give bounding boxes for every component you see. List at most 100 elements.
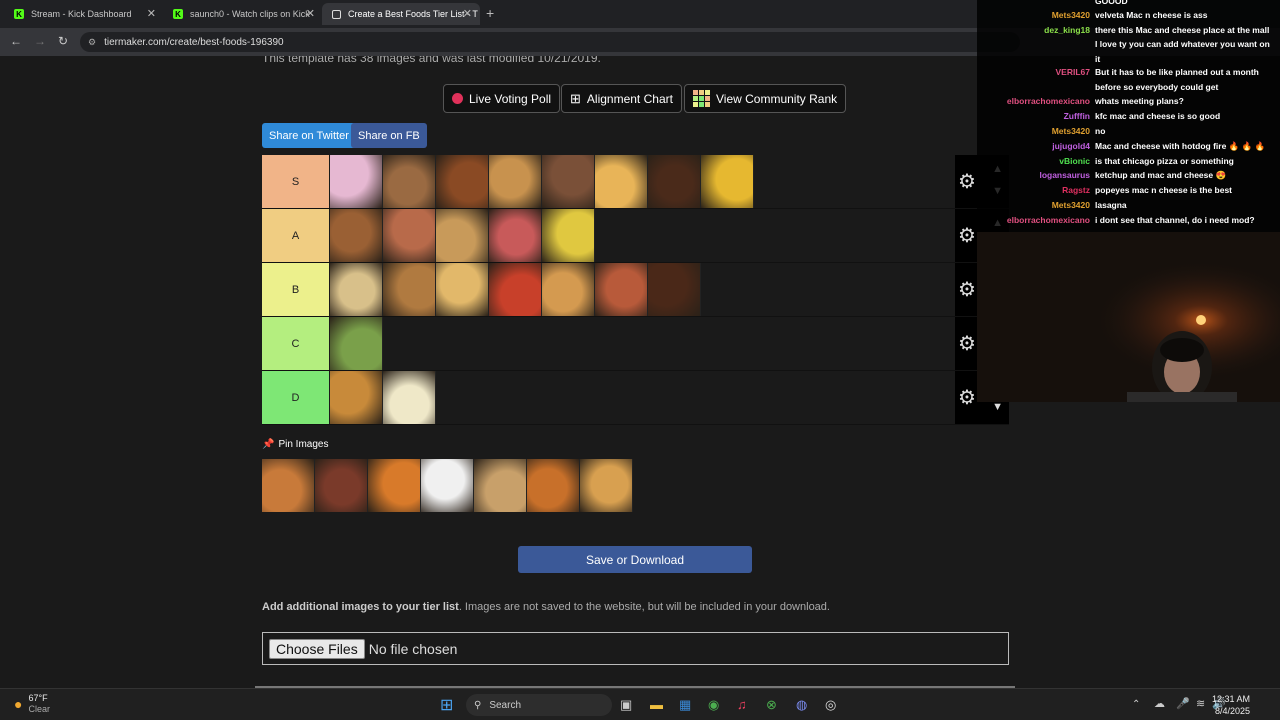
- tier-item-image-strawberry-crepe[interactable]: [489, 209, 542, 262]
- tier-label-s[interactable]: S: [262, 155, 329, 208]
- tiermaker-icon: [332, 9, 341, 19]
- tab-kick-clips[interactable]: K saunch0 - Watch clips on Kick ✕: [163, 3, 323, 25]
- tier-label-d[interactable]: D: [262, 371, 329, 424]
- chat-username[interactable]: Mets3420: [1052, 124, 1090, 139]
- task-view-icon[interactable]: ▣: [620, 697, 632, 713]
- url-field[interactable]: ⚙ tiermaker.com/create/best-foods-196390: [80, 32, 1020, 52]
- tier-item-image-mac-and-cheese[interactable]: [701, 155, 754, 208]
- live-voting-poll-button[interactable]: Live Voting Poll: [443, 84, 561, 113]
- store-icon[interactable]: ▦: [679, 697, 691, 713]
- tier-label-c[interactable]: C: [262, 317, 329, 370]
- pinned-image-spaghetti[interactable]: [368, 459, 421, 512]
- tray-overflow-icon[interactable]: ⌃: [1132, 699, 1140, 710]
- tier-item-image-toast[interactable]: [436, 263, 489, 316]
- onedrive-icon[interactable]: ☁: [1154, 697, 1165, 710]
- close-tab-icon[interactable]: ✕: [306, 7, 315, 20]
- tier-item-image-mashed-potatoes[interactable]: [383, 371, 436, 424]
- new-tab-button[interactable]: +: [486, 5, 494, 21]
- microphone-icon[interactable]: 🎤: [1176, 697, 1190, 710]
- chat-text: whats meeting plans?: [1095, 96, 1184, 106]
- tier-item-image-pancakes[interactable]: [383, 263, 436, 316]
- tier-item-image-fries[interactable]: [330, 263, 383, 316]
- chat-username[interactable]: Ragstz: [1062, 183, 1090, 198]
- taskbar-search[interactable]: ⚲ Search: [466, 694, 612, 716]
- chat-username[interactable]: VERIL67: [1056, 65, 1091, 80]
- tier-item-image-croissant[interactable]: [542, 263, 595, 316]
- tier-item-image-club-sandwich[interactable]: [330, 317, 383, 370]
- chat-text: lasagna: [1095, 200, 1127, 210]
- pinned-image-steak[interactable]: [315, 459, 368, 512]
- chevron-down-icon[interactable]: ▼: [992, 401, 1003, 413]
- pinned-image-chocolate-chip-cookie[interactable]: [474, 459, 527, 512]
- discord-icon[interactable]: ◍: [796, 697, 807, 713]
- chat-username[interactable]: logansaurus: [1039, 168, 1090, 183]
- gear-icon[interactable]: ⚙: [958, 385, 976, 410]
- pinned-image-milk[interactable]: [421, 459, 474, 512]
- chat-username[interactable]: elborrachomexicano: [1007, 213, 1090, 228]
- pinned-images-row: [262, 459, 633, 512]
- alignment-chart-button[interactable]: ⊞ Alignment Chart: [561, 84, 682, 113]
- community-rank-label: View Community Rank: [716, 91, 838, 106]
- tier-item-image-bacon-and-eggs[interactable]: [383, 209, 436, 262]
- choose-files-button[interactable]: Choose Files: [269, 638, 365, 659]
- file-explorer-icon[interactable]: ▬: [650, 697, 663, 712]
- tier-item-image-burger[interactable]: [436, 155, 489, 208]
- chat-username[interactable]: jujugold4: [1052, 139, 1090, 154]
- tier-item-image-donut[interactable]: [330, 155, 383, 208]
- tier-item-image-brownie[interactable]: [648, 155, 701, 208]
- tier-item-image-salsa[interactable]: [489, 263, 542, 316]
- site-info-icon[interactable]: ⚙: [88, 37, 96, 48]
- forward-icon[interactable]: →: [34, 34, 46, 48]
- tier-label-a[interactable]: A: [262, 209, 329, 262]
- pin-images-toggle[interactable]: 📌 Pin Images: [262, 439, 328, 450]
- share-twitter-button[interactable]: Share on Twitter: [262, 123, 356, 148]
- chat-username[interactable]: Mets3420: [1052, 198, 1090, 213]
- gear-icon[interactable]: ⚙: [958, 331, 976, 356]
- obs-icon[interactable]: ◎: [825, 697, 836, 713]
- tier-item-image-cuban-sandwich[interactable]: [383, 155, 436, 208]
- tier-item-image-corn-on-the-cob[interactable]: [542, 209, 595, 262]
- chat-username[interactable]: vBionic: [1059, 154, 1090, 169]
- tier-item-image-waffle[interactable]: [595, 155, 648, 208]
- gear-icon[interactable]: ⚙: [958, 169, 976, 194]
- chat-username[interactable]: Zufffin: [1064, 109, 1090, 124]
- tier-item-image-fig-bar[interactable]: [330, 209, 383, 262]
- pinned-image-fried-chicken[interactable]: [527, 459, 580, 512]
- music-icon[interactable]: ♫: [737, 697, 747, 712]
- tier-item-image-cookies[interactable]: [489, 155, 542, 208]
- tab-tiermaker[interactable]: Create a Best Foods Tier List - T ✕: [322, 3, 480, 25]
- chat-username[interactable]: Mets3420: [1052, 8, 1090, 23]
- gear-icon[interactable]: ⚙: [958, 223, 976, 248]
- close-tab-icon[interactable]: ✕: [463, 7, 472, 20]
- tier-row-b: B ⚙: [262, 263, 1009, 317]
- chrome-icon[interactable]: ◉: [708, 697, 719, 713]
- reload-icon[interactable]: ↻: [58, 34, 68, 48]
- pinned-image-french-toast[interactable]: [580, 459, 633, 512]
- tab-kick-dashboard[interactable]: K Stream - Kick Dashboard ✕: [4, 3, 164, 25]
- clock-date: 8/4/2025: [1214, 706, 1250, 716]
- tier-item-image-cashews[interactable]: [436, 209, 489, 262]
- xbox-icon[interactable]: ⊗: [766, 697, 777, 713]
- save-download-button[interactable]: Save or Download: [518, 546, 752, 573]
- weather-widget[interactable]: ● 67°F Clear: [14, 693, 50, 715]
- tier-item-image-milkshake[interactable]: [542, 155, 595, 208]
- share-facebook-button[interactable]: Share on FB: [351, 123, 427, 148]
- weather-condition: Clear: [28, 704, 50, 714]
- tier-label-b[interactable]: B: [262, 263, 329, 316]
- pinned-image-lasagna[interactable]: [262, 459, 315, 512]
- chat-username[interactable]: elborrachomexicano: [1007, 94, 1090, 109]
- tier-item-image-corn-dogs[interactable]: [330, 371, 383, 424]
- tier-item-image-hot-dog[interactable]: [595, 263, 648, 316]
- gear-icon[interactable]: ⚙: [958, 277, 976, 302]
- chat-username[interactable]: dez_king18: [1044, 23, 1090, 38]
- url-text: tiermaker.com/create/best-foods-196390: [104, 36, 284, 48]
- close-tab-icon[interactable]: ✕: [147, 7, 156, 20]
- tier-item-image-chocolate-donut[interactable]: [648, 263, 701, 316]
- windows-start-icon[interactable]: ⊞: [440, 695, 453, 715]
- wifi-icon[interactable]: ≋: [1196, 697, 1205, 710]
- community-rank-button[interactable]: View Community Rank: [684, 84, 847, 113]
- file-upload-field[interactable]: Choose Files No file chosen: [262, 632, 1009, 665]
- tab-title: Stream - Kick Dashboard: [31, 9, 132, 19]
- back-icon[interactable]: ←: [10, 34, 22, 48]
- system-clock[interactable]: 12:31 AM 8/4/2025: [1212, 693, 1250, 717]
